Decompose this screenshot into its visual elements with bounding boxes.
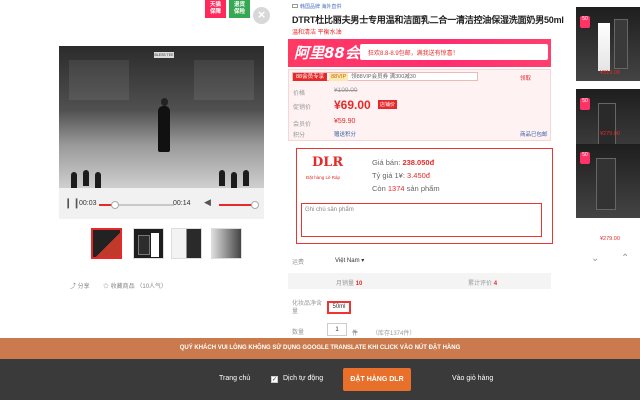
add-to-cart-link[interactable]: Vào giỏ hàng	[452, 375, 493, 382]
size-option-50ml[interactable]: 50ml	[327, 301, 351, 314]
dlr-rate-value: 3.450đ	[407, 171, 430, 180]
vip-offer-text: 领88VIP会员券 满300减30	[351, 74, 416, 80]
korea-flag-icon	[292, 4, 298, 8]
banner-promo: 狂欢8.8-8.9包邮，满我送有惊喜！	[368, 51, 459, 57]
original-price: ¥109.00	[334, 87, 358, 94]
video-controls: ❙❙ 00:03 00:14 ◀	[59, 188, 264, 219]
dlr-logo-sub: Đặt hàng Lẻ Ráp	[306, 175, 341, 180]
quantity-unit: 件	[352, 331, 359, 337]
product-title: DTRT杜比丽夫男士专用温和洁面乳二合一清洁控油保湿洗面奶男50ml	[292, 15, 564, 25]
chevron-down-icon[interactable]: ⌄	[591, 253, 599, 264]
promo-price: ¥69.00	[334, 98, 371, 112]
size-label: 化妆品净含量	[292, 301, 323, 315]
thumbnail-4[interactable]	[211, 228, 242, 259]
quantity-stock: （库存1374件）	[372, 331, 416, 337]
total-reviews[interactable]: 累计评价 4	[468, 278, 497, 287]
note-textarea[interactable]: Ghi chú sản phẩm	[301, 203, 542, 237]
shipping-label: 运费	[292, 260, 305, 266]
video-frame: BLESS TEE	[59, 46, 264, 188]
auto-translate-checkbox[interactable]: ✓	[271, 376, 278, 383]
thumbnail-3[interactable]	[171, 228, 202, 259]
points-label: 积分	[293, 133, 306, 139]
vip-tag: 88会员专享	[293, 73, 328, 81]
home-link[interactable]: Trang chủ	[219, 375, 250, 382]
tmall-badge: 天猫 保障	[205, 0, 226, 18]
video-watermark: BLESS TEE	[154, 52, 174, 58]
favorite-button[interactable]: ☆ 收藏商品 （10人气）	[103, 281, 167, 290]
dlr-price: Giá bán: 238.050đ	[372, 158, 435, 167]
current-time: 00:03	[79, 200, 97, 207]
dlr-stock-count: 1374	[387, 184, 405, 193]
promo-label: 促销价	[293, 105, 312, 111]
quantity-label: 数量	[292, 330, 305, 336]
free-shipping-link[interactable]: 商品已包邮	[520, 130, 548, 138]
thumbnail-1[interactable]	[91, 228, 122, 259]
vip-member-tag: 88VIP	[329, 73, 349, 81]
side-price-3: ¥279.00	[600, 236, 620, 242]
points-link[interactable]: 赠送积分	[334, 130, 356, 138]
sales-stats	[288, 273, 551, 289]
side-price-1: ¥319.00	[600, 70, 620, 76]
product-video[interactable]: BLESS TEE ❙❙ 00:03 00:14 ◀	[59, 46, 264, 219]
vip-offer-bar[interactable]: 88会员专享 88VIP 领88VIP会员券 满300减30	[292, 72, 478, 81]
translate-warning: QUÝ KHÁCH VUI LÒNG KHÔNG SỬ DỤNG GOOGLE …	[0, 338, 640, 359]
close-icon[interactable]: ×	[253, 7, 270, 24]
return-insurance-badge: 退货 保险	[229, 0, 250, 18]
share-button[interactable]: ⤴ 分享	[70, 281, 90, 290]
product-subtitle: 温和清洁 平衡水油	[292, 30, 342, 36]
price-label: 价格	[293, 91, 306, 97]
side-discount-tag: 50	[580, 16, 590, 28]
side-price-2: ¥279.00	[600, 131, 620, 137]
volume-handle[interactable]	[251, 201, 259, 209]
dlr-price-value: 238.050đ	[402, 158, 435, 167]
promo-tag: 店铺价	[378, 100, 398, 109]
side-discount-tag-3: 50	[580, 152, 590, 164]
shipping-from[interactable]: Việt Nam ▾	[335, 257, 364, 264]
auto-translate-label: Dịch tự động	[283, 375, 324, 382]
monthly-sales: 月销量 10	[336, 281, 363, 287]
member-label: 会员价	[293, 122, 312, 128]
seek-handle[interactable]	[110, 201, 119, 209]
vip-claim-link[interactable]: 领取	[520, 74, 531, 82]
origin-line: 韩国品牌 海外直供	[300, 4, 342, 10]
star-icon: ☆	[103, 284, 111, 290]
chevron-down-icon: ▾	[361, 258, 365, 264]
order-dlr-button[interactable]: ĐẶT HÀNG DLR	[343, 368, 411, 391]
side-discount-tag-2: 50	[580, 98, 590, 110]
member-price: ¥59.90	[334, 118, 356, 125]
dlr-logo: DLR	[312, 155, 344, 170]
volume-icon[interactable]: ◀	[204, 197, 211, 208]
dlr-stock: Còn 1374 sản phẩm	[372, 184, 440, 193]
chevron-up-icon[interactable]: ⌃	[621, 253, 629, 264]
member-festival-banner[interactable]: 阿里88会员节 狂欢8.8-8.9包邮，满我送有惊喜！	[288, 39, 551, 67]
bottom-toolbar: Trang chủ ✓ Dịch tự động ĐẶT HÀNG DLR Và…	[0, 359, 640, 400]
share-icon: ⤴	[70, 284, 78, 290]
dlr-rate: Tỷ giá 1¥: 3.450đ	[372, 171, 430, 180]
quantity-stepper[interactable]: 1	[327, 323, 347, 336]
thumbnail-2[interactable]	[133, 228, 164, 259]
duration: 00:14	[173, 200, 191, 207]
runway-model	[158, 106, 170, 152]
